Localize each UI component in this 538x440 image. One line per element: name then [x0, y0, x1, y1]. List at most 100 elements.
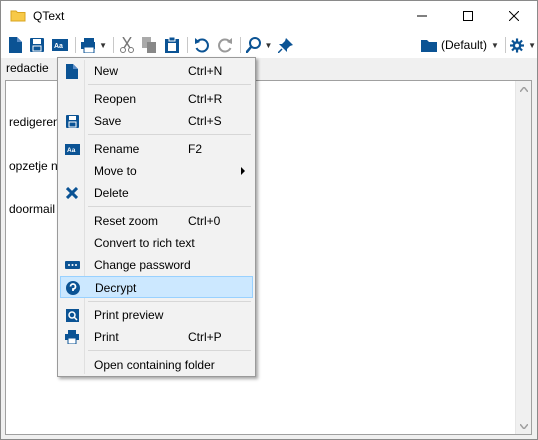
menu-separator — [88, 206, 251, 207]
menu-item-label: Open containing folder — [94, 358, 215, 372]
rename-button[interactable]: Aa — [51, 35, 69, 55]
minimize-button[interactable] — [399, 1, 445, 31]
menu-item-shortcut: Ctrl+P — [188, 330, 222, 344]
maximize-button[interactable] — [445, 1, 491, 31]
menu-item-label: Save — [94, 114, 122, 128]
context-menu: New Ctrl+N Reopen Ctrl+R Save Ctrl+S Aa … — [57, 57, 256, 377]
print-icon — [81, 37, 96, 53]
undo-button[interactable] — [193, 35, 209, 55]
redo-button[interactable] — [217, 35, 233, 55]
cut-button[interactable] — [119, 35, 135, 55]
menu-item-label: Delete — [94, 186, 129, 200]
close-button[interactable] — [491, 1, 537, 31]
menu-item-decrypt[interactable]: Decrypt — [60, 276, 253, 298]
editor-content[interactable]: redigeren opzetje n doormail — [9, 86, 60, 246]
folder-note-icon — [10, 9, 26, 22]
find-icon — [245, 37, 261, 53]
paste-button[interactable] — [164, 35, 180, 55]
menu-item-delete[interactable]: Delete — [60, 182, 253, 204]
toolbar-separator — [505, 37, 506, 53]
menu-item-label: Convert to rich text — [94, 236, 195, 250]
copy-icon — [142, 37, 156, 53]
menu-item-new[interactable]: New Ctrl+N — [60, 60, 253, 82]
menu-separator — [88, 350, 251, 351]
menu-item-shortcut: Ctrl+0 — [188, 214, 221, 228]
editor-line: opzetje n — [9, 158, 58, 173]
find-button[interactable]: ▼ — [245, 35, 273, 55]
save-button[interactable] — [29, 35, 45, 55]
new-icon — [8, 37, 22, 53]
menu-item-label: Rename — [94, 142, 140, 156]
tab-redactie[interactable]: redactie — [6, 61, 49, 75]
menu-item-label: Change password — [94, 258, 191, 272]
menu-item-label: Reset zoom — [94, 214, 159, 228]
rename-icon: Aa — [52, 39, 68, 51]
menu-item-move-to[interactable]: Move to — [60, 160, 253, 182]
vertical-scrollbar[interactable] — [515, 81, 531, 434]
menu-item-label: Print — [94, 330, 119, 344]
menu-item-label: Print preview — [94, 308, 164, 322]
password-icon — [64, 257, 80, 273]
pin-button[interactable] — [277, 35, 293, 55]
editor-line: doormail — [9, 202, 56, 216]
menu-item-shortcut: Ctrl+N — [188, 64, 223, 78]
delete-icon — [64, 185, 80, 201]
redo-icon — [217, 37, 232, 52]
menu-item-convert-rich-text[interactable]: Convert to rich text — [60, 232, 253, 254]
menu-item-label: Reopen — [94, 92, 137, 106]
chevron-up-icon — [520, 86, 528, 92]
print-button[interactable]: ▼ — [81, 35, 107, 55]
maximize-icon — [463, 11, 473, 21]
menu-item-label: New — [94, 64, 119, 78]
chevron-down-icon — [520, 423, 528, 429]
chevron-down-icon: ▼ — [528, 40, 536, 50]
title-bar: QText — [1, 1, 537, 31]
minimize-icon — [417, 15, 427, 17]
cut-icon — [120, 37, 134, 53]
menu-separator — [88, 134, 251, 135]
toolbar: Aa ▼ ▼ (Default) ▼ ▼ — [1, 31, 537, 58]
app-window: QText Aa ▼ ▼ (Default) ▼ ▼ redactie redi… — [0, 0, 538, 440]
chevron-down-icon: ▼ — [264, 40, 273, 50]
print-icon — [64, 329, 80, 345]
chevron-down-icon: ▼ — [99, 40, 107, 50]
menu-item-label: Move to — [94, 164, 137, 178]
decrypt-icon — [65, 280, 81, 296]
toolbar-separator — [240, 37, 241, 53]
window-title: QText — [33, 9, 65, 23]
menu-separator — [88, 301, 251, 302]
menu-item-open-containing-folder[interactable]: Open containing folder — [60, 354, 253, 376]
menu-item-print[interactable]: Print Ctrl+P — [60, 326, 253, 348]
settings-button[interactable]: ▼ — [510, 35, 536, 55]
save-icon — [30, 38, 44, 52]
settings-icon — [510, 37, 525, 53]
paste-icon — [165, 37, 179, 53]
menu-item-save[interactable]: Save Ctrl+S — [60, 110, 253, 132]
print-preview-icon — [64, 307, 80, 323]
scroll-up-button[interactable] — [516, 81, 532, 97]
pin-icon — [277, 37, 293, 53]
undo-icon — [194, 37, 209, 52]
close-icon — [509, 11, 519, 21]
scroll-down-button[interactable] — [516, 418, 532, 434]
menu-item-shortcut: Ctrl+R — [188, 92, 223, 106]
menu-item-shortcut: F2 — [188, 142, 203, 156]
profile-selector[interactable]: (Default) ▼ — [421, 35, 499, 55]
svg-text:Aa: Aa — [67, 147, 76, 154]
menu-item-print-preview[interactable]: Print preview — [60, 304, 253, 326]
menu-item-rename[interactable]: Aa Rename F2 — [60, 138, 253, 160]
copy-button[interactable] — [141, 35, 157, 55]
menu-item-reset-zoom[interactable]: Reset zoom Ctrl+0 — [60, 210, 253, 232]
submenu-arrow-icon — [241, 167, 245, 175]
menu-item-shortcut: Ctrl+S — [188, 114, 222, 128]
new-button[interactable] — [7, 35, 23, 55]
menu-item-change-password[interactable]: Change password — [60, 254, 253, 276]
new-document-icon — [64, 63, 80, 79]
rename-icon: Aa — [64, 141, 80, 157]
folder-icon — [421, 39, 437, 52]
menu-item-reopen[interactable]: Reopen Ctrl+R — [60, 88, 253, 110]
editor-line: redigeren — [9, 115, 60, 129]
toolbar-separator — [187, 37, 188, 53]
menu-item-label: Decrypt — [95, 281, 137, 295]
chevron-down-icon: ▼ — [491, 40, 499, 50]
